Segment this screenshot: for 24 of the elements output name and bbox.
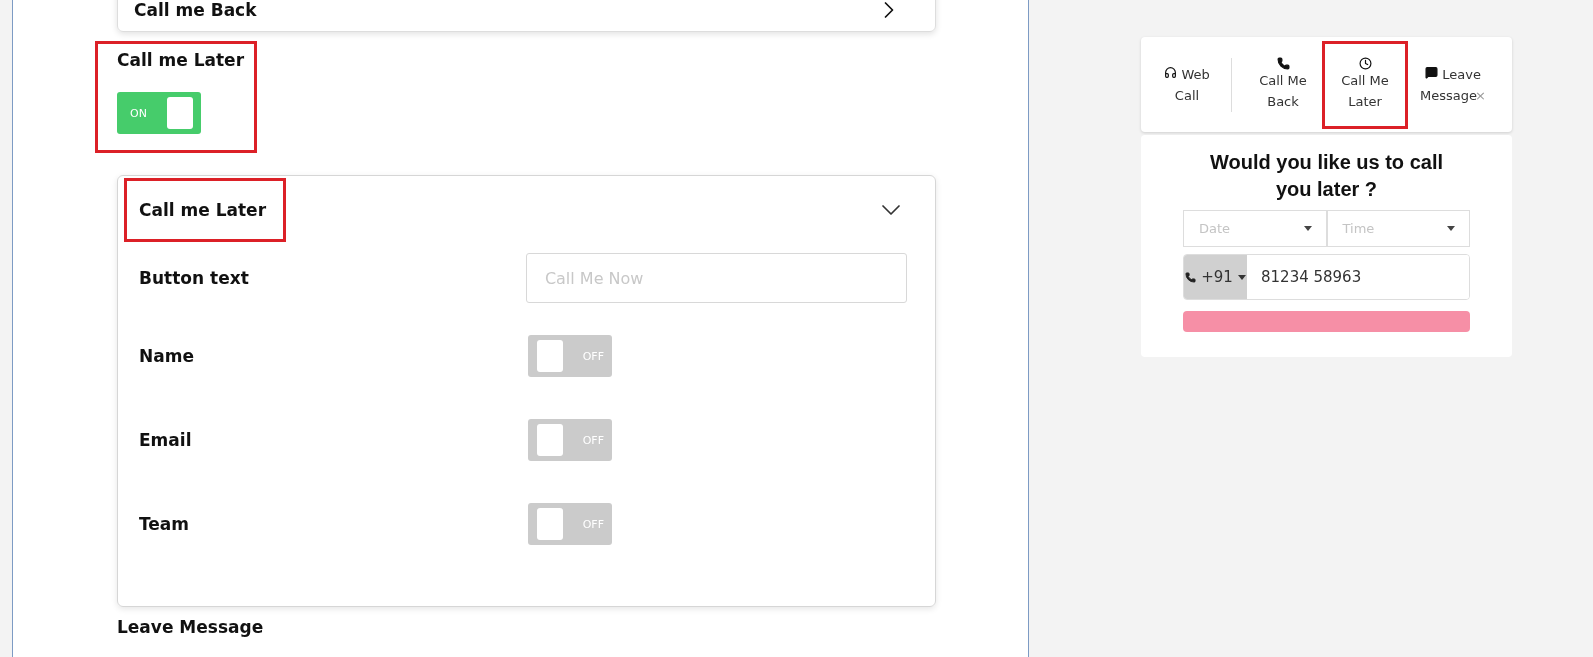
headphones-icon [1164,65,1178,79]
section-title: Leave Message [117,617,265,637]
accordion-header[interactable]: Call me Back [117,0,936,32]
section-title: Call me Back [134,0,257,20]
form-heading: Would you like us to call you later ? [1209,150,1444,202]
phone-field[interactable]: +91 81234 58963 [1183,254,1470,300]
message-icon [1425,65,1439,79]
field-label: Button text [139,268,250,288]
phone-icon [1276,57,1290,70]
widget-tab[interactable]: Web Call [1155,40,1219,129]
caret-icon [1303,226,1312,231]
clock-icon [1358,57,1372,70]
field-label: Email [139,430,193,450]
panel-title: Call me Later [139,200,267,220]
widget-tab[interactable]: Leave Message× [1408,40,1498,129]
section-title: Call me Later [117,50,246,70]
caret-icon [1447,226,1455,231]
phone-icon [1185,271,1197,283]
widget-tab[interactable]: Call Me Later [1322,40,1408,129]
field-label: Team [139,514,191,534]
caret-icon [1237,274,1246,280]
country-code-select[interactable]: +91 [1184,255,1247,299]
field-label: Name [139,346,195,366]
widget-tab[interactable]: Call Me Back [1244,40,1322,129]
